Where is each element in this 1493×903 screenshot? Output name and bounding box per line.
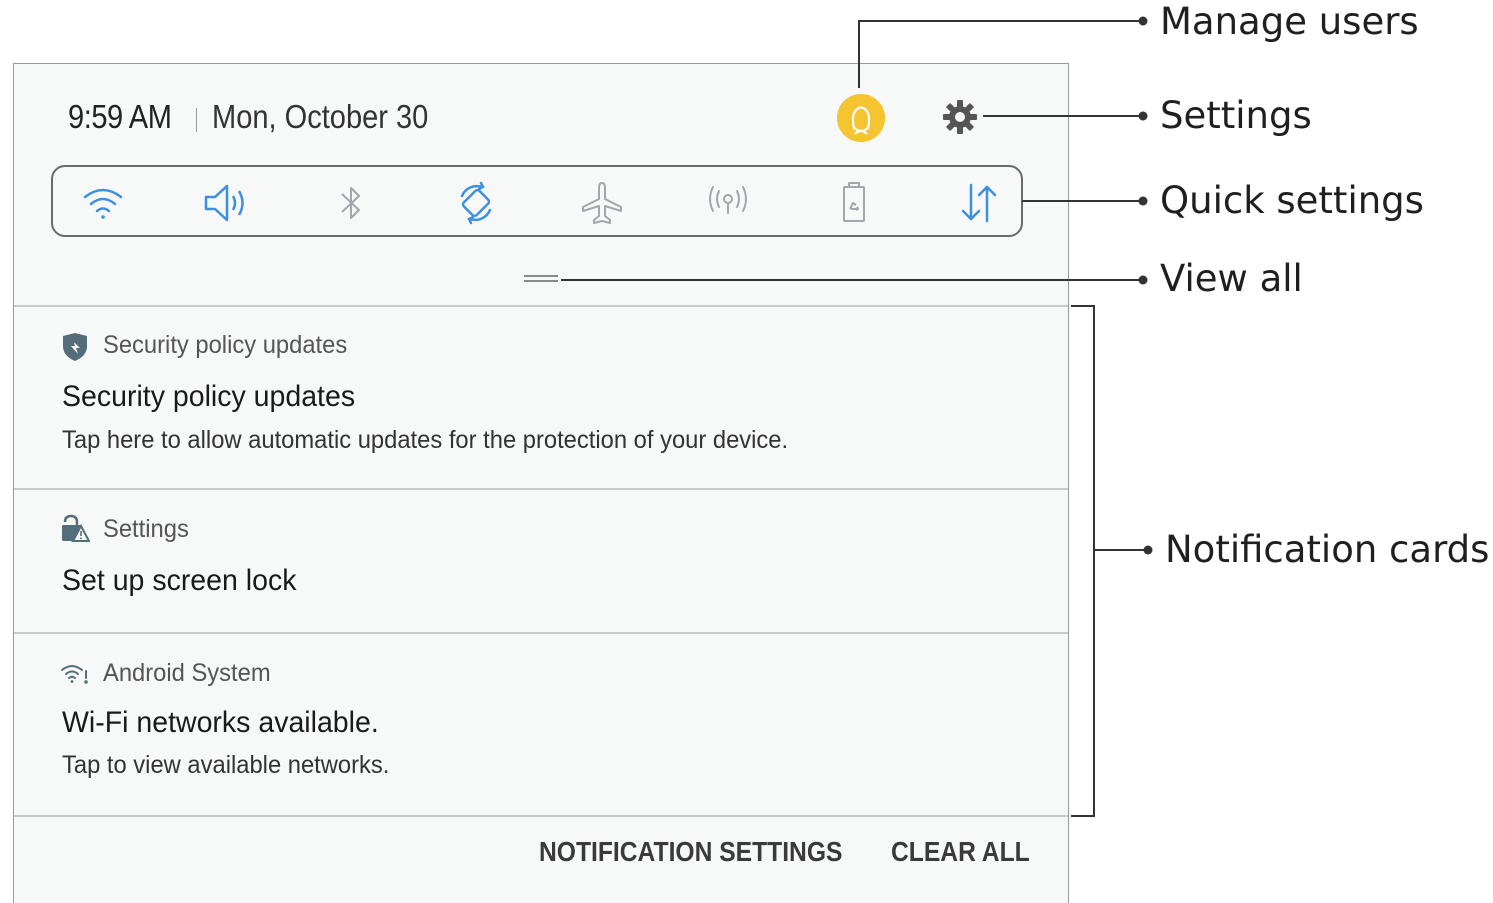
- callout-quick-settings: Quick settings: [1160, 179, 1424, 222]
- callout-notification-cards: Notification cards: [1165, 528, 1490, 571]
- callout-manage-users: Manage users: [1160, 0, 1419, 43]
- callout-view-all: View all: [1160, 257, 1303, 300]
- callout-settings: Settings: [1160, 94, 1312, 137]
